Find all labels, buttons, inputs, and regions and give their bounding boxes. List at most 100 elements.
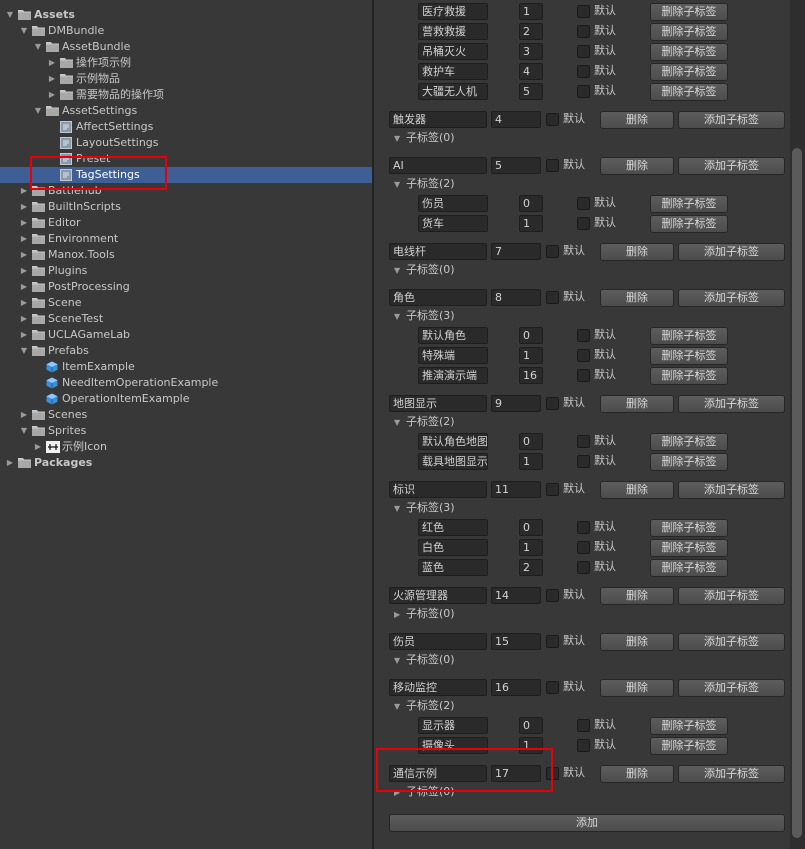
sub-tag-id-field[interactable]: 0 — [519, 195, 543, 212]
tag-name-field[interactable]: AI — [389, 157, 487, 174]
collapsed-arrow-icon[interactable]: ▶ — [19, 327, 29, 343]
collapsed-arrow-icon[interactable]: ▶ — [19, 295, 29, 311]
sub-tag-id-field[interactable]: 0 — [519, 433, 543, 450]
sub-tag-default-checkbox[interactable] — [577, 5, 590, 18]
add-sub-tag-button[interactable]: 添加子标签 — [678, 395, 785, 413]
tree-item-battlehub[interactable]: ▶ Battlehub — [0, 183, 372, 199]
delete-tag-button[interactable]: 删除 — [600, 633, 674, 651]
sub-tag-foldout[interactable]: ▼ 子标签(0) — [394, 262, 455, 279]
tag-name-field[interactable]: 电线杆 — [389, 243, 487, 260]
sub-tag-foldout[interactable]: ▼ 子标签(2) — [394, 176, 455, 193]
sub-tag-id-field[interactable]: 1 — [519, 215, 543, 232]
tag-name-field[interactable]: 通信示例 — [389, 765, 487, 782]
tag-default-checkbox[interactable] — [546, 767, 559, 780]
delete-sub-tag-button[interactable]: 删除子标签 — [650, 539, 728, 557]
sub-tag-id-field[interactable]: 0 — [519, 519, 543, 536]
sub-tag-id-field[interactable]: 1 — [519, 453, 543, 470]
tree-item-assets[interactable]: ▼ Assets — [0, 7, 372, 23]
tag-name-field[interactable]: 角色 — [389, 289, 487, 306]
delete-sub-tag-button[interactable]: 删除子标签 — [650, 327, 728, 345]
expanded-arrow-icon[interactable]: ▼ — [394, 309, 406, 325]
sub-tag-name-field[interactable]: 营救救援 — [418, 23, 488, 40]
tag-id-field[interactable]: 8 — [491, 289, 541, 306]
sub-tag-id-field[interactable]: 1 — [519, 737, 543, 754]
sub-tag-id-field[interactable]: 1 — [519, 3, 543, 20]
sub-tag-id-field[interactable]: 1 — [519, 347, 543, 364]
expanded-arrow-icon[interactable]: ▼ — [19, 23, 29, 39]
tag-id-field[interactable]: 17 — [491, 765, 541, 782]
collapsed-arrow-icon[interactable]: ▶ — [19, 263, 29, 279]
sub-tag-name-field[interactable]: 救护车 — [418, 63, 488, 80]
tag-default-checkbox[interactable] — [546, 681, 559, 694]
tree-item-builtinscripts[interactable]: ▶ BuiltInScripts — [0, 199, 372, 215]
inspector-scrollbar-thumb[interactable] — [792, 148, 802, 838]
sub-tag-name-field[interactable]: 红色 — [418, 519, 488, 536]
sub-tag-foldout[interactable]: ▼ 子标签(2) — [394, 414, 455, 431]
sub-tag-default-checkbox[interactable] — [577, 369, 590, 382]
collapsed-arrow-icon[interactable]: ▶ — [47, 71, 57, 87]
sub-tag-name-field[interactable]: 默认角色地图 — [418, 433, 488, 450]
sub-tag-default-checkbox[interactable] — [577, 217, 590, 230]
sub-tag-default-checkbox[interactable] — [577, 541, 590, 554]
delete-sub-tag-button[interactable]: 删除子标签 — [650, 453, 728, 471]
expanded-arrow-icon[interactable]: ▼ — [5, 7, 15, 23]
sub-tag-foldout[interactable]: ▼ 子标签(0) — [394, 130, 455, 147]
tag-name-field[interactable]: 火源管理器 — [389, 587, 487, 604]
tag-name-field[interactable]: 移动监控 — [389, 679, 487, 696]
delete-tag-button[interactable]: 删除 — [600, 111, 674, 129]
tag-default-checkbox[interactable] — [546, 159, 559, 172]
expanded-arrow-icon[interactable]: ▼ — [33, 39, 43, 55]
sub-tag-name-field[interactable]: 货车 — [418, 215, 488, 232]
sub-tag-foldout[interactable]: ▶ 子标签(0) — [394, 606, 455, 623]
sub-tag-default-checkbox[interactable] — [577, 85, 590, 98]
sub-tag-foldout[interactable]: ▼ 子标签(0) — [394, 652, 455, 669]
tag-id-field[interactable]: 15 — [491, 633, 541, 650]
sub-tag-name-field[interactable]: 默认角色 — [418, 327, 488, 344]
delete-sub-tag-button[interactable]: 删除子标签 — [650, 559, 728, 577]
tag-name-field[interactable]: 伤员 — [389, 633, 487, 650]
tree-item-affectsettings[interactable]: AffectSettings — [0, 119, 372, 135]
delete-tag-button[interactable]: 删除 — [600, 289, 674, 307]
collapsed-arrow-icon[interactable]: ▶ — [33, 439, 43, 455]
add-sub-tag-button[interactable]: 添加子标签 — [678, 243, 785, 261]
sub-tag-default-checkbox[interactable] — [577, 65, 590, 78]
add-sub-tag-button[interactable]: 添加子标签 — [678, 157, 785, 175]
expanded-arrow-icon[interactable]: ▼ — [394, 699, 406, 715]
delete-sub-tag-button[interactable]: 删除子标签 — [650, 63, 728, 81]
sub-tag-id-field[interactable]: 0 — [519, 327, 543, 344]
tree-item-icon[interactable]: ▶ 示例Icon — [0, 439, 372, 455]
expanded-arrow-icon[interactable]: ▼ — [33, 103, 43, 119]
add-tag-button[interactable]: 添加 — [389, 814, 785, 832]
tag-id-field[interactable]: 14 — [491, 587, 541, 604]
collapsed-arrow-icon[interactable]: ▶ — [19, 183, 29, 199]
delete-sub-tag-button[interactable]: 删除子标签 — [650, 519, 728, 537]
sub-tag-id-field[interactable]: 4 — [519, 63, 543, 80]
add-sub-tag-button[interactable]: 添加子标签 — [678, 481, 785, 499]
tag-default-checkbox[interactable] — [546, 635, 559, 648]
add-sub-tag-button[interactable]: 添加子标签 — [678, 633, 785, 651]
sub-tag-name-field[interactable]: 蓝色 — [418, 559, 488, 576]
sub-tag-name-field[interactable]: 推演演示端 — [418, 367, 488, 384]
add-sub-tag-button[interactable]: 添加子标签 — [678, 587, 785, 605]
sub-tag-name-field[interactable]: 特殊端 — [418, 347, 488, 364]
collapsed-arrow-icon[interactable]: ▶ — [5, 455, 15, 471]
delete-tag-button[interactable]: 删除 — [600, 395, 674, 413]
sub-tag-id-field[interactable]: 5 — [519, 83, 543, 100]
collapsed-arrow-icon[interactable]: ▶ — [19, 215, 29, 231]
tag-default-checkbox[interactable] — [546, 291, 559, 304]
sub-tag-name-field[interactable]: 伤员 — [418, 195, 488, 212]
sub-tag-name-field[interactable]: 吊桶灭火 — [418, 43, 488, 60]
sub-tag-id-field[interactable]: 2 — [519, 559, 543, 576]
collapsed-arrow-icon[interactable]: ▶ — [19, 247, 29, 263]
collapsed-arrow-icon[interactable]: ▶ — [19, 279, 29, 295]
tag-id-field[interactable]: 5 — [491, 157, 541, 174]
tree-item-scene[interactable]: ▶ Scene — [0, 295, 372, 311]
sub-tag-name-field[interactable]: 显示器 — [418, 717, 488, 734]
tag-default-checkbox[interactable] — [546, 113, 559, 126]
collapsed-arrow-icon[interactable]: ▶ — [394, 785, 406, 801]
sub-tag-name-field[interactable]: 白色 — [418, 539, 488, 556]
sub-tag-default-checkbox[interactable] — [577, 45, 590, 58]
delete-sub-tag-button[interactable]: 删除子标签 — [650, 195, 728, 213]
tag-id-field[interactable]: 7 — [491, 243, 541, 260]
delete-sub-tag-button[interactable]: 删除子标签 — [650, 43, 728, 61]
